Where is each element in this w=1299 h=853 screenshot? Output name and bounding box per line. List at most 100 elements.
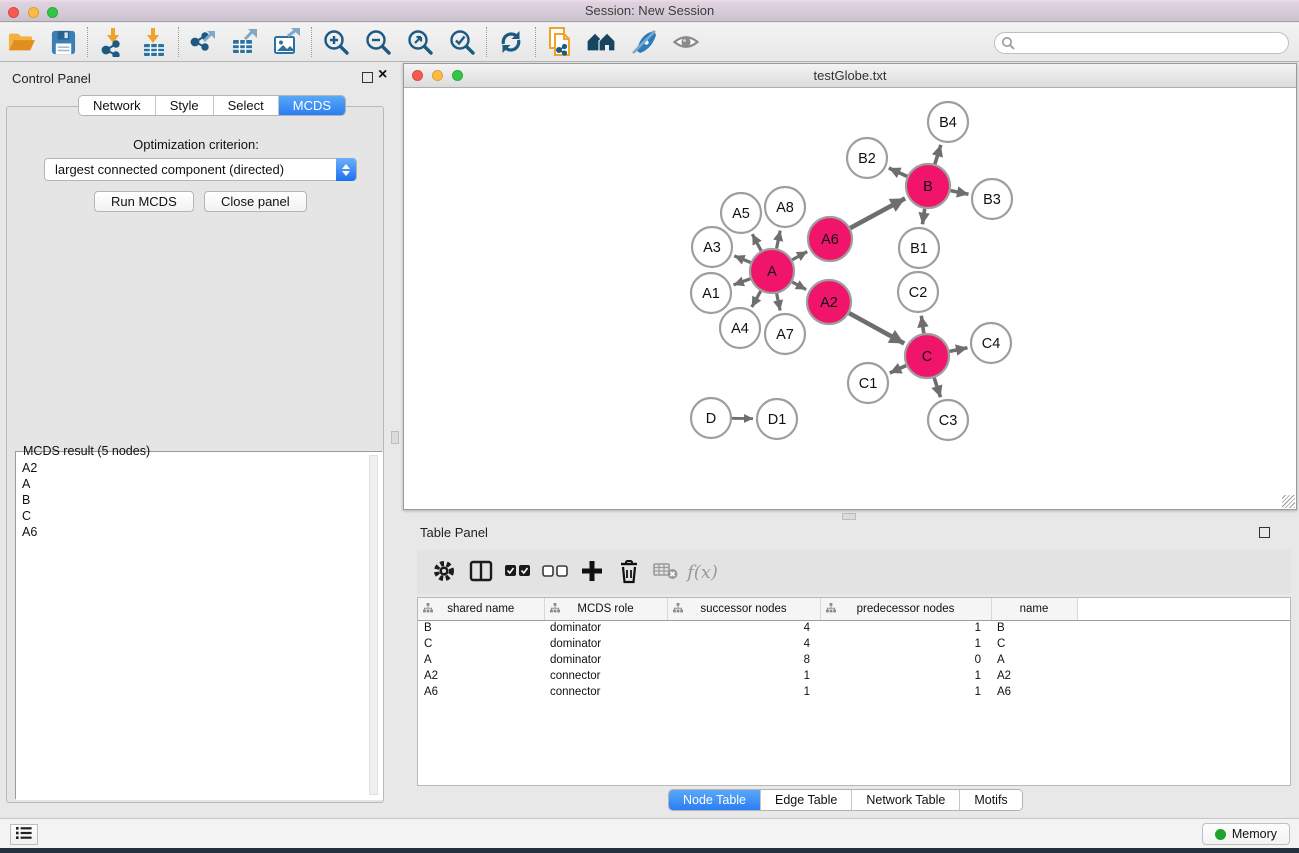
result-scrollbar[interactable] <box>369 455 378 795</box>
graph-node-B1[interactable]: B1 <box>899 228 939 268</box>
edge-C-C4[interactable] <box>950 348 968 352</box>
edge-A-A6[interactable] <box>792 252 807 260</box>
graph-node-B3[interactable]: B3 <box>972 179 1012 219</box>
zoom-out-button[interactable] <box>357 25 399 59</box>
mcds-result-item[interactable]: A2 <box>22 460 37 476</box>
table-tab-node-table[interactable]: Node Table <box>669 790 761 810</box>
edge-B-B3[interactable] <box>951 191 969 195</box>
graph-node-D[interactable]: D <box>691 398 731 438</box>
select-all-columns-button[interactable] <box>499 554 536 590</box>
mcds-result-item[interactable]: A6 <box>22 524 37 540</box>
tab-mcds[interactable]: MCDS <box>279 96 345 115</box>
graph-node-B2[interactable]: B2 <box>847 138 887 178</box>
edge-A-A2[interactable] <box>792 282 806 290</box>
column-header-name[interactable]: name <box>991 598 1077 620</box>
task-history-button[interactable] <box>10 824 38 845</box>
graph-node-B[interactable]: B <box>906 164 950 208</box>
zoom-in-button[interactable] <box>315 25 357 59</box>
control-panel-float-button[interactable] <box>362 72 373 83</box>
graph-node-C[interactable]: C <box>905 334 949 378</box>
graph-node-D1[interactable]: D1 <box>757 399 797 439</box>
export-network-button[interactable] <box>182 25 224 59</box>
edge-A-A5[interactable] <box>752 234 761 251</box>
table-settings-button[interactable] <box>425 554 462 590</box>
tab-network[interactable]: Network <box>79 96 156 115</box>
edge-B-B1[interactable] <box>922 209 924 224</box>
edge-A6-B[interactable] <box>850 198 905 228</box>
toggle-annotations-button[interactable] <box>623 25 665 59</box>
network-canvas[interactable]: B4 B2 B B3 A5A8A6 A3 A B1 A1 C2 A2 A4A7 C C4 C1 C3 D D1 <box>404 64 1298 511</box>
edge-C-C2[interactable] <box>921 316 923 333</box>
graph-node-A1[interactable]: A1 <box>691 273 731 313</box>
graph-node-A5[interactable]: A5 <box>721 193 761 233</box>
memory-button[interactable]: Memory <box>1202 823 1290 845</box>
column-header-successor-nodes[interactable]: successor nodes <box>667 598 820 620</box>
mcds-result-item[interactable]: A <box>22 476 37 492</box>
run-mcds-button[interactable]: Run MCDS <box>94 191 194 212</box>
column-header-predecessor-nodes[interactable]: predecessor nodes <box>820 598 991 620</box>
panel-divider-grip[interactable] <box>391 431 399 444</box>
graph-node-A8[interactable]: A8 <box>765 187 805 227</box>
edge-A-A7[interactable] <box>777 294 781 311</box>
search-input[interactable] <box>994 32 1289 54</box>
tab-style[interactable]: Style <box>156 96 214 115</box>
window-resize-handle[interactable] <box>1282 495 1295 508</box>
edge-B-B4[interactable] <box>935 145 941 164</box>
table-panel-float-button[interactable] <box>1259 527 1270 538</box>
zoom-fit-button[interactable] <box>399 25 441 59</box>
panel-divider-grip[interactable] <box>842 513 856 520</box>
table-row[interactable]: A6connector11A6 <box>418 684 1291 700</box>
refresh-view-button[interactable] <box>490 25 532 59</box>
graph-node-A3[interactable]: A3 <box>692 227 732 267</box>
edge-A-A3[interactable] <box>734 256 750 263</box>
graph-node-A7[interactable]: A7 <box>765 314 805 354</box>
close-panel-button[interactable]: Close panel <box>204 191 307 212</box>
import-table-button[interactable] <box>133 25 175 59</box>
tab-select[interactable]: Select <box>214 96 279 115</box>
delete-table-button[interactable] <box>647 554 684 590</box>
export-image-button[interactable] <box>266 25 308 59</box>
split-columns-button[interactable] <box>462 554 499 590</box>
graph-node-C3[interactable]: C3 <box>928 400 968 440</box>
edge-A-A4[interactable] <box>752 291 761 307</box>
show-details-button[interactable] <box>665 25 707 59</box>
control-panel-close-button[interactable]: × <box>378 69 387 80</box>
import-network-button[interactable] <box>91 25 133 59</box>
graph-node-A2[interactable]: A2 <box>807 280 851 324</box>
mcds-result-item[interactable]: B <box>22 492 37 508</box>
graph-node-A6[interactable]: A6 <box>808 217 852 261</box>
deselect-all-columns-button[interactable] <box>536 554 573 590</box>
graph-node-A[interactable]: A <box>750 249 794 293</box>
table-row[interactable]: A2connector11A2 <box>418 668 1291 684</box>
edge-A-A1[interactable] <box>734 279 751 285</box>
edge-B-B2[interactable] <box>889 168 907 176</box>
graph-node-C4[interactable]: C4 <box>971 323 1011 363</box>
clone-network-button[interactable] <box>539 25 581 59</box>
table-row[interactable]: Bdominator41B <box>418 620 1291 636</box>
home-button[interactable] <box>581 25 623 59</box>
table-row[interactable]: Cdominator41C <box>418 636 1291 652</box>
table-tab-network-table[interactable]: Network Table <box>852 790 960 810</box>
graph-node-C1[interactable]: C1 <box>848 363 888 403</box>
add-column-button[interactable] <box>573 554 610 590</box>
column-header-shared-name[interactable]: shared name <box>418 598 544 620</box>
mcds-result-item[interactable]: C <box>22 508 37 524</box>
export-table-button[interactable] <box>224 25 266 59</box>
delete-columns-button[interactable] <box>610 554 647 590</box>
edge-A-A8[interactable] <box>777 231 781 249</box>
zoom-selected-button[interactable] <box>441 25 483 59</box>
column-header-MCDS-role[interactable]: MCDS role <box>544 598 667 620</box>
edge-C-C3[interactable] <box>934 378 940 397</box>
criterion-dropdown[interactable]: largest connected component (directed) <box>44 158 357 181</box>
edge-A2-C[interactable] <box>849 313 904 343</box>
graph-node-A4[interactable]: A4 <box>720 308 760 348</box>
table-tab-motifs[interactable]: Motifs <box>960 790 1021 810</box>
save-session-button[interactable] <box>42 25 84 59</box>
table-tab-edge-table[interactable]: Edge Table <box>761 790 852 810</box>
edge-C-C1[interactable] <box>890 366 906 373</box>
graph-node-C2[interactable]: C2 <box>898 272 938 312</box>
table-row[interactable]: Adominator80A <box>418 652 1291 668</box>
apply-function-button[interactable]: f(x) <box>684 554 721 590</box>
open-file-button[interactable] <box>0 25 42 59</box>
graph-node-B4[interactable]: B4 <box>928 102 968 142</box>
